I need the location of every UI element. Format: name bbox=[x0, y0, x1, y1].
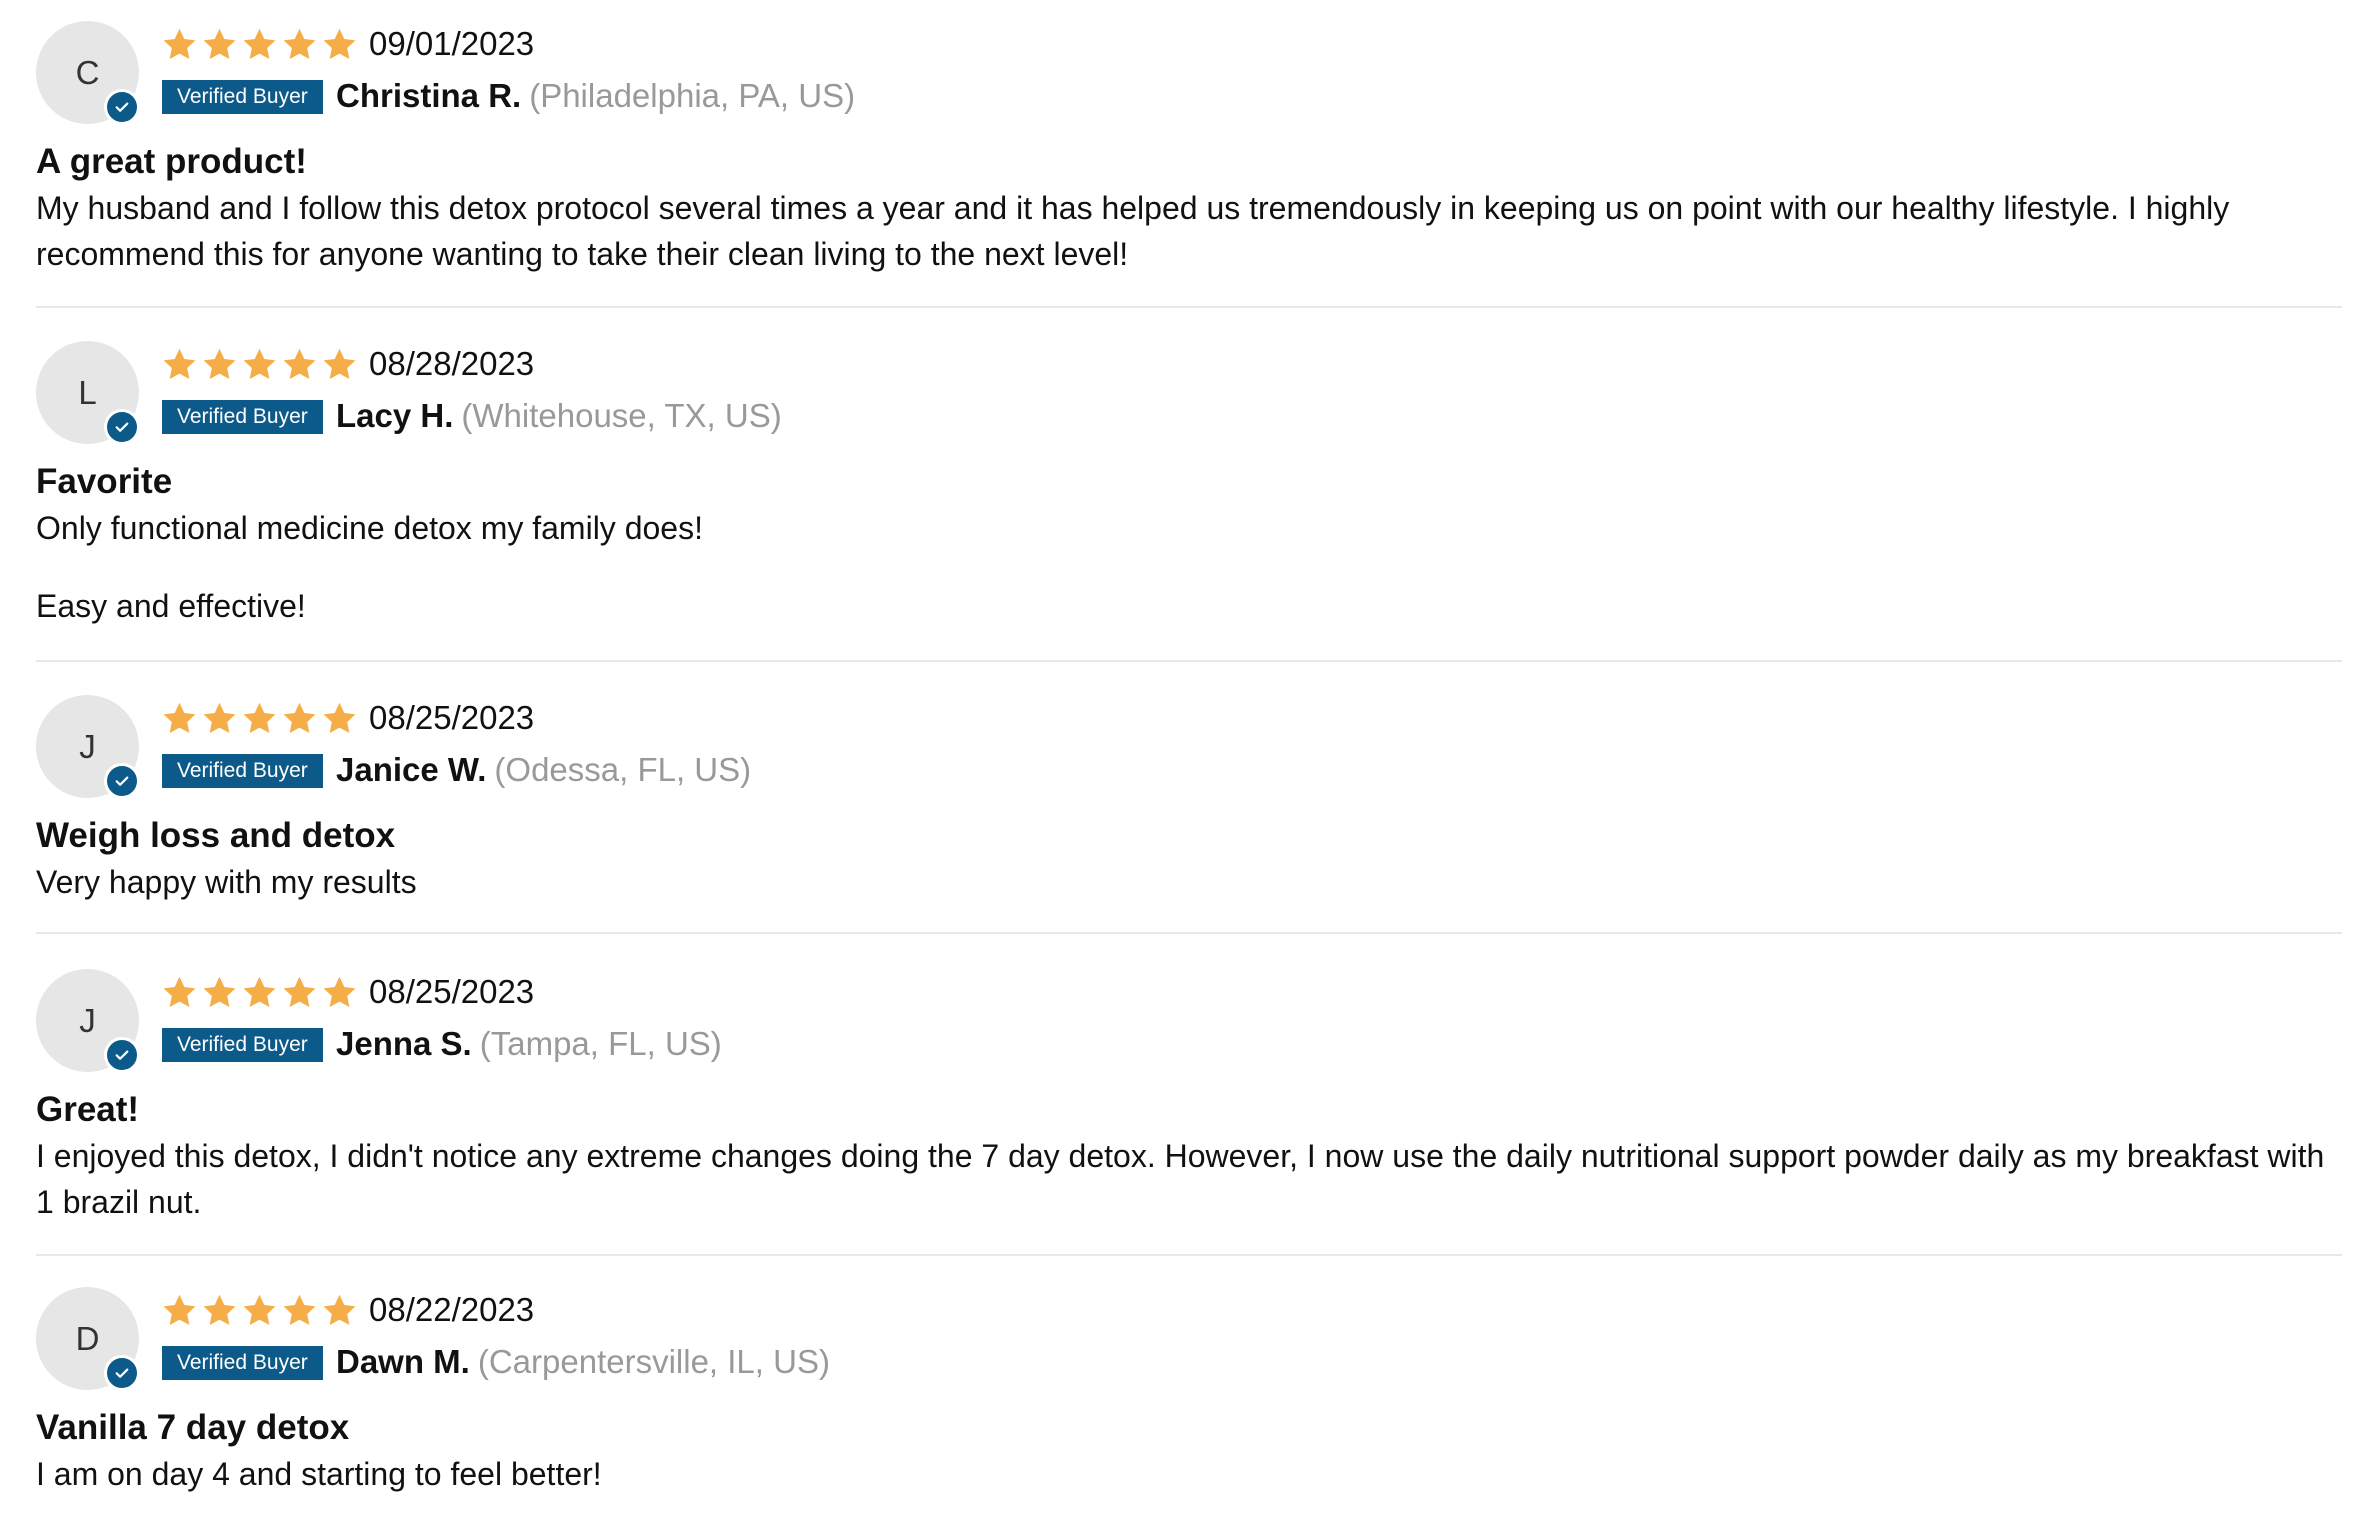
star-icon bbox=[161, 1292, 198, 1329]
review-body: Only functional medicine detox my family… bbox=[36, 505, 2326, 661]
verified-check-icon bbox=[104, 763, 140, 799]
star-icon bbox=[201, 700, 238, 737]
verified-check-icon bbox=[104, 1355, 140, 1391]
star-icon bbox=[201, 26, 238, 63]
review-divider bbox=[36, 306, 2342, 308]
review-paragraph: Very happy with my results bbox=[36, 864, 417, 900]
review-title: Weigh loss and detox bbox=[36, 816, 396, 855]
reviewer-location: (Carpentersville, IL, US) bbox=[477, 1343, 830, 1380]
star-icon bbox=[201, 974, 238, 1011]
star-icon bbox=[161, 700, 198, 737]
review-body: Very happy with my results bbox=[36, 859, 2326, 937]
review-date: 08/25/2023 bbox=[369, 699, 535, 736]
star-icon bbox=[321, 700, 358, 737]
avatar: C bbox=[36, 21, 140, 125]
star-rating bbox=[161, 346, 358, 383]
star-rating bbox=[161, 26, 358, 63]
reviewer-location: (Whitehouse, TX, US) bbox=[461, 397, 782, 434]
star-icon bbox=[241, 1292, 278, 1329]
reviewer-name: Dawn M. bbox=[336, 1343, 470, 1380]
star-icon bbox=[241, 974, 278, 1011]
review-body: I am on day 4 and starting to feel bette… bbox=[36, 1451, 2326, 1529]
verified-buyer-badge: Verified Buyer bbox=[162, 754, 323, 788]
star-icon bbox=[281, 346, 318, 383]
star-icon bbox=[281, 1292, 318, 1329]
avatar: D bbox=[36, 1287, 140, 1391]
reviewer-location: (Tampa, FL, US) bbox=[479, 1025, 722, 1062]
reviewer-name: Janice W. bbox=[336, 751, 487, 788]
verified-check-icon bbox=[104, 409, 140, 445]
avatar-initial: D bbox=[75, 1319, 100, 1357]
review-title: A great product! bbox=[36, 142, 307, 181]
reviewer-location: (Odessa, FL, US) bbox=[494, 751, 752, 788]
star-icon bbox=[321, 974, 358, 1011]
avatar-initial: J bbox=[79, 727, 96, 765]
verified-buyer-badge: Verified Buyer bbox=[162, 400, 323, 434]
avatar: L bbox=[36, 341, 140, 445]
avatar: J bbox=[36, 969, 140, 1073]
verified-buyer-badge: Verified Buyer bbox=[162, 1346, 323, 1380]
reviewer-info: Janice W. (Odessa, FL, US) bbox=[336, 750, 751, 790]
star-icon bbox=[281, 26, 318, 63]
star-icon bbox=[241, 26, 278, 63]
review-paragraph: I am on day 4 and starting to feel bette… bbox=[36, 1456, 602, 1492]
reviewer-name: Jenna S. bbox=[336, 1025, 472, 1062]
star-icon bbox=[241, 700, 278, 737]
star-rating bbox=[161, 1292, 358, 1329]
review-date: 08/28/2023 bbox=[369, 345, 535, 382]
review-title: Favorite bbox=[36, 462, 173, 501]
verified-buyer-badge: Verified Buyer bbox=[162, 1028, 323, 1062]
review-date: 09/01/2023 bbox=[369, 25, 535, 62]
star-icon bbox=[281, 974, 318, 1011]
review-date: 08/25/2023 bbox=[369, 973, 535, 1010]
star-icon bbox=[321, 1292, 358, 1329]
reviewer-info: Lacy H. (Whitehouse, TX, US) bbox=[336, 396, 782, 436]
review-divider bbox=[36, 932, 2342, 934]
verified-check-icon bbox=[104, 1037, 140, 1073]
reviews-list: C 09/01/2023 Verified Buyer Christina R.… bbox=[0, 0, 2366, 1506]
reviewer-name: Christina R. bbox=[336, 77, 522, 114]
reviewer-name: Lacy H. bbox=[336, 397, 454, 434]
star-icon bbox=[161, 346, 198, 383]
star-icon bbox=[161, 26, 198, 63]
reviewer-info: Dawn M. (Carpentersville, IL, US) bbox=[336, 1342, 830, 1382]
star-rating bbox=[161, 974, 358, 1011]
star-icon bbox=[161, 974, 198, 1011]
reviewer-info: Christina R. (Philadelphia, PA, US) bbox=[336, 76, 855, 116]
review-divider bbox=[36, 660, 2342, 662]
review-divider bbox=[36, 1254, 2342, 1256]
review-title: Vanilla 7 day detox bbox=[36, 1408, 350, 1447]
review-title: Great! bbox=[36, 1090, 140, 1129]
avatar-initial: C bbox=[75, 53, 100, 91]
review-paragraph: I enjoyed this detox, I didn't notice an… bbox=[36, 1138, 2325, 1220]
star-icon bbox=[321, 346, 358, 383]
avatar-initial: J bbox=[79, 1001, 96, 1039]
verified-buyer-badge: Verified Buyer bbox=[162, 80, 323, 114]
review-body: My husband and I follow this detox proto… bbox=[36, 185, 2326, 309]
review-paragraph: Only functional medicine detox my family… bbox=[36, 510, 703, 546]
star-icon bbox=[241, 346, 278, 383]
star-icon bbox=[321, 26, 358, 63]
review-date: 08/22/2023 bbox=[369, 1291, 535, 1328]
avatar-initial: L bbox=[78, 373, 97, 411]
review-paragraph: My husband and I follow this detox proto… bbox=[36, 190, 2230, 272]
reviewer-info: Jenna S. (Tampa, FL, US) bbox=[336, 1024, 722, 1064]
review-body: I enjoyed this detox, I didn't notice an… bbox=[36, 1133, 2326, 1257]
reviewer-location: (Philadelphia, PA, US) bbox=[529, 77, 856, 114]
verified-check-icon bbox=[104, 89, 140, 125]
avatar: J bbox=[36, 695, 140, 799]
star-rating bbox=[161, 700, 358, 737]
review-paragraph: Easy and effective! bbox=[36, 588, 306, 624]
star-icon bbox=[281, 700, 318, 737]
star-icon bbox=[201, 346, 238, 383]
star-icon bbox=[201, 1292, 238, 1329]
